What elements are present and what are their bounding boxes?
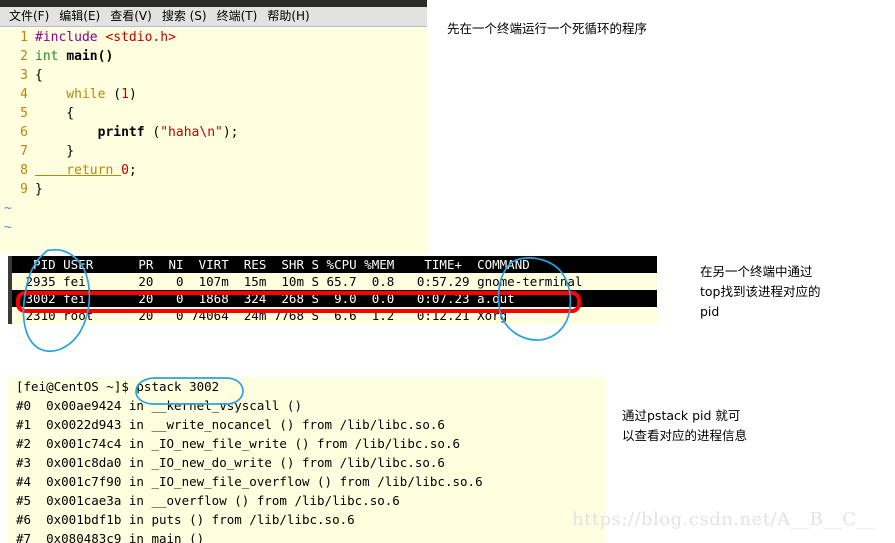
empty-line-marker: ~ [4, 201, 12, 216]
top-command-output-terminal: PID USER PR NI VIRT RES SHR S %CPU %MEM … [8, 256, 657, 324]
menu-item-help[interactable]: 帮助(H) [262, 7, 314, 26]
annotation-note-top: 先在一个终端运行一个死循环的程序 [447, 21, 648, 36]
menu-item-file[interactable]: 文件(F) [4, 7, 54, 26]
code-token: "haha\n" [160, 125, 223, 140]
editor-menu-bar[interactable]: 文件(F) 编辑(E) 查看(V) 搜索 (S) 终端(T) 帮助(H) [0, 7, 427, 27]
code-editor-window: 文件(F) 编辑(E) 查看(V) 搜索 (S) 终端(T) 帮助(H) 1 #i… [0, 0, 427, 253]
code-line: 1 #include <stdio.h> [0, 28, 427, 47]
line-number: 2 [20, 49, 28, 64]
code-line: 5 { [0, 104, 427, 123]
code-token: ) [128, 87, 137, 102]
code-line: 7 } [0, 142, 427, 161]
editor-title-bar [0, 0, 427, 7]
line-number: 4 [20, 87, 28, 102]
shell-prompt-line: [fei@CentOS ~]$ pstack 3002 [16, 379, 220, 394]
line-number: 3 [20, 68, 28, 83]
code-token: main() [66, 49, 114, 64]
code-token: #include [35, 30, 106, 45]
line-number: 1 [20, 30, 28, 45]
empty-line-marker: ~ [4, 220, 12, 235]
top-output-row: 2310 root 20 0 74064 24m 7768 S 6.6 1.2 … [12, 307, 657, 324]
pstack-output-terminal: [fei@CentOS ~]$ pstack 3002 #0 0x00ae942… [8, 377, 605, 543]
code-token: } [35, 144, 75, 159]
top-output-header-row: PID USER PR NI VIRT RES SHR S %CPU %MEM … [12, 256, 657, 273]
menu-item-edit[interactable]: 编辑(E) [54, 7, 105, 26]
blog-watermark: https://blog.csdn.net/A__B__C__ [572, 509, 876, 530]
code-token: ( [113, 87, 122, 102]
code-line: 3{ [0, 66, 427, 85]
code-token: { [35, 68, 43, 83]
top-output-row: 2935 fei 20 0 107m 15m 10m S 65.7 0.8 0:… [12, 273, 657, 290]
line-number: 8 [20, 163, 28, 178]
stack-frame-row: #3 0x001c8da0 in _IO_new_do_write () fro… [16, 455, 445, 470]
code-line: 2 int main() [0, 47, 427, 66]
code-token: printf [35, 125, 153, 140]
menu-item-view[interactable]: 查看(V) [105, 7, 157, 26]
stack-frame-row: #5 0x001cae3a in __overflow () from /lib… [16, 493, 400, 508]
code-token: while [35, 87, 114, 102]
top-output-row-selected: 3002 fei 20 0 1868 324 268 S 9.0 0.0 0:0… [12, 290, 657, 307]
code-line: 8 return 0; [0, 161, 427, 180]
code-token: 1 [121, 87, 129, 102]
line-number: 6 [20, 125, 28, 140]
stack-frame-row: #6 0x001bdf1b in puts () from /lib/libc.… [16, 512, 355, 527]
stack-frame-row: #0 0x00ae9424 in __kernel_vsyscall () [16, 398, 302, 413]
stack-frame-row: #7 0x080483c9 in main () [16, 531, 205, 543]
code-line: 9} [0, 180, 427, 199]
code-token: } [35, 182, 43, 197]
code-token: <stdio.h> [105, 30, 176, 45]
code-token: 0 [121, 163, 129, 178]
code-token: int [35, 49, 67, 64]
stack-frame-row: #1 0x0022d943 in __write_nocancel () fro… [16, 417, 445, 432]
editor-text-area[interactable]: 1 #include <stdio.h> 2 int main() 3{ 4 whi… [0, 28, 427, 253]
code-line: 4 while (1) [0, 85, 427, 104]
code-token: return [35, 163, 122, 178]
annotation-note-middle: 在另一个终端中通过 top找到该进程对应的 pid [700, 264, 821, 319]
code-line: 6 printf ("haha\n"); [0, 123, 427, 142]
code-token: ; [128, 163, 137, 178]
line-number: 5 [20, 106, 28, 121]
stack-frame-row: #2 0x001c74c4 in _IO_new_file_write () f… [16, 436, 461, 451]
annotation-note-bottom: 通过pstack pid 就可 以查看对应的进程信息 [622, 408, 748, 443]
line-number: 7 [20, 144, 28, 159]
code-token: { [35, 106, 75, 121]
menu-item-terminal[interactable]: 终端(T) [212, 7, 263, 26]
menu-item-search[interactable]: 搜索 (S) [157, 7, 212, 26]
line-number: 9 [20, 182, 28, 197]
code-token: ); [222, 125, 239, 140]
stack-frame-row: #4 0x001c7f90 in _IO_new_file_overflow (… [16, 474, 483, 489]
